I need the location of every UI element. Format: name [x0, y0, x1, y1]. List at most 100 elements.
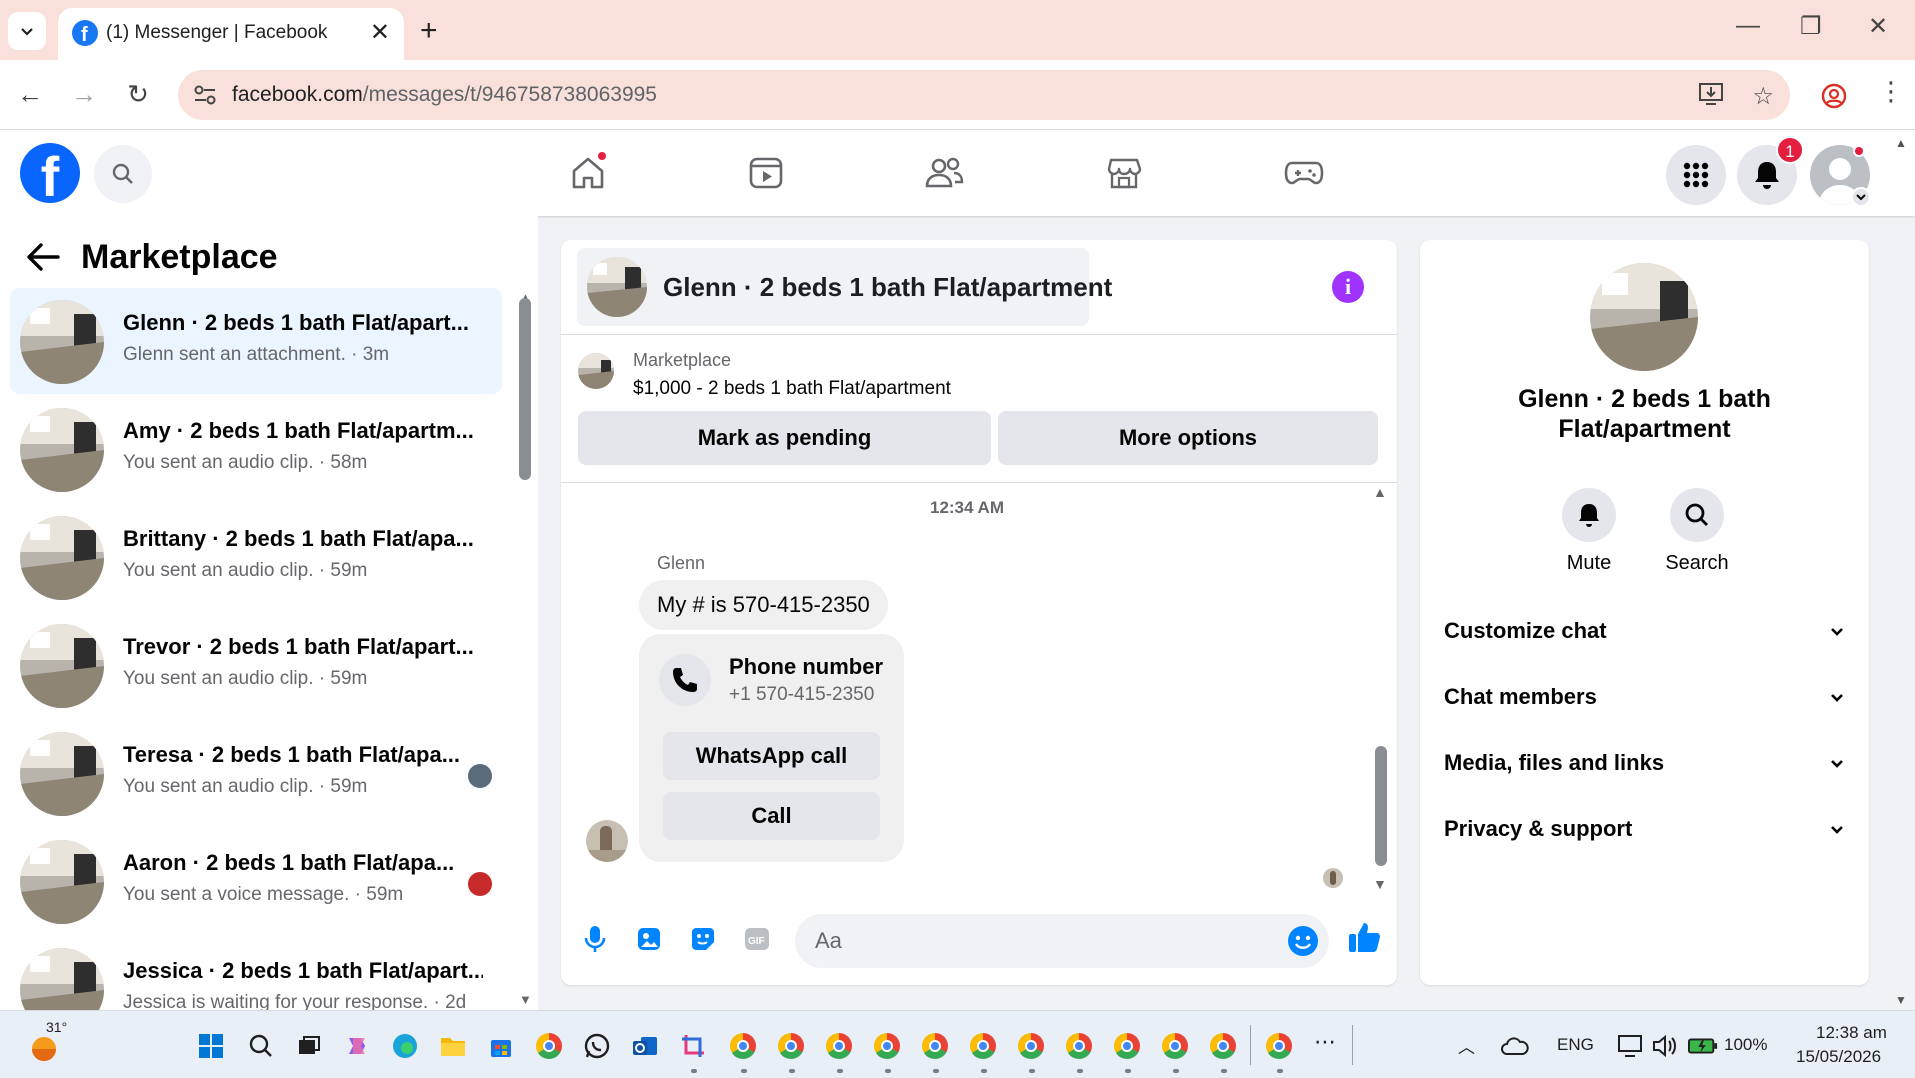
media-files-links-section[interactable]: Media, files and links	[1444, 744, 1852, 784]
battery-icon[interactable]	[1688, 1031, 1718, 1061]
input-language[interactable]: ENG	[1557, 1035, 1594, 1055]
conversation-row[interactable]: Amy · 2 beds 1 bath Flat/apartm... You se…	[10, 396, 502, 502]
nav-friends[interactable]	[916, 148, 972, 198]
customize-chat-section[interactable]: Customize chat	[1444, 612, 1852, 652]
task-view-icon[interactable]	[294, 1031, 324, 1061]
emoji-icon[interactable]	[1287, 925, 1319, 957]
chrome-window-icon[interactable]	[1016, 1031, 1046, 1061]
volume-icon[interactable]	[1650, 1031, 1680, 1061]
phone-icon	[659, 654, 711, 706]
chrome-window-icon[interactable]	[968, 1031, 998, 1061]
windows-start-icon[interactable]	[196, 1031, 226, 1061]
close-window-icon[interactable]: ✕	[1868, 12, 1888, 41]
back-arrow-icon[interactable]	[26, 242, 60, 272]
new-tab-button[interactable]: +	[420, 12, 438, 50]
chat-scrollbar[interactable]	[1375, 746, 1387, 866]
site-info-icon[interactable]	[192, 83, 218, 107]
whatsapp-icon[interactable]	[582, 1031, 612, 1061]
url-text[interactable]: facebook.com/messages/t/946758738063995	[232, 83, 657, 107]
sticker-icon[interactable]	[686, 922, 720, 956]
details-avatar[interactable]	[1590, 263, 1698, 371]
call-button[interactable]: Call	[663, 792, 880, 840]
forward-button[interactable]: →	[66, 76, 102, 112]
thumbs-up-icon[interactable]	[1346, 918, 1384, 956]
edge-browser-icon[interactable]	[390, 1031, 420, 1061]
search-action[interactable]: Search	[1657, 488, 1737, 575]
whatsapp-call-button[interactable]: WhatsApp call	[663, 732, 880, 780]
account-menu-chevron-icon[interactable]	[1851, 187, 1871, 207]
nav-home[interactable]	[560, 148, 616, 198]
menu-button[interactable]	[1666, 145, 1726, 205]
copilot-icon[interactable]	[342, 1031, 372, 1061]
listing-thumbnail[interactable]	[578, 353, 614, 389]
nav-gaming[interactable]	[1276, 148, 1332, 198]
browser-tab-messenger[interactable]: f (1) Messenger | Facebook ✕	[58, 8, 404, 60]
sender-avatar[interactable]	[586, 820, 628, 862]
gif-icon[interactable]: GIF	[740, 922, 774, 956]
clock-time[interactable]: 12:38 am	[1816, 1023, 1887, 1043]
facebook-search-button[interactable]	[94, 145, 152, 203]
back-button[interactable]: ←	[12, 76, 48, 112]
reload-button[interactable]: ↻	[120, 76, 156, 112]
bookmark-star-icon[interactable]: ☆	[1752, 82, 1774, 111]
browser-menu-icon[interactable]: ⋮	[1878, 76, 1904, 107]
snipping-tool-icon[interactable]	[678, 1031, 708, 1061]
facebook-logo-icon[interactable]: f	[20, 143, 80, 208]
page-scroll-down-icon[interactable]: ▼	[1895, 993, 1907, 1007]
network-icon[interactable]	[1616, 1031, 1646, 1061]
chrome-window-icon[interactable]	[872, 1031, 902, 1061]
conversation-row[interactable]: Trevor · 2 beds 1 bath Flat/apart... You …	[10, 612, 502, 718]
mute-action[interactable]: Mute	[1549, 488, 1629, 575]
mark-as-pending-button[interactable]: Mark as pending	[578, 411, 991, 465]
chrome-window-icon[interactable]	[920, 1031, 950, 1061]
install-app-icon[interactable]	[1698, 82, 1724, 106]
more-apps-icon[interactable]: ⋯	[1314, 1029, 1336, 1055]
nav-marketplace[interactable]	[1096, 148, 1152, 198]
chat-members-section[interactable]: Chat members	[1444, 678, 1852, 718]
restore-icon[interactable]: ❐	[1800, 12, 1822, 41]
grid-menu-icon	[1683, 162, 1709, 188]
profile-icon[interactable]	[1820, 82, 1848, 110]
attach-photo-icon[interactable]	[632, 922, 666, 956]
tab-search-menu-button[interactable]	[8, 12, 46, 50]
message-composer[interactable]	[795, 914, 1329, 968]
scroll-down-arrow-icon[interactable]: ▼	[519, 992, 532, 1007]
chrome-window-icon[interactable]	[1160, 1031, 1190, 1061]
conversation-avatar	[20, 732, 104, 816]
page-scroll-up-icon[interactable]: ▲	[1895, 136, 1907, 150]
listing-price-title[interactable]: $1,000 - 2 beds 1 bath Flat/apartment	[633, 378, 951, 400]
conversation-info-icon[interactable]: i	[1332, 271, 1364, 303]
microsoft-store-icon[interactable]	[486, 1031, 516, 1061]
more-options-button[interactable]: More options	[998, 411, 1378, 465]
nav-video[interactable]	[738, 148, 794, 198]
chat-scroll-up-icon[interactable]: ▲	[1373, 484, 1387, 500]
chrome-window-icon[interactable]	[728, 1031, 758, 1061]
conversation-row[interactable]: Glenn · 2 beds 1 bath Flat/apart... Glenn…	[10, 288, 502, 394]
minimize-icon[interactable]: —	[1736, 12, 1760, 40]
message-bubble[interactable]: My # is 570-415-2350	[639, 580, 888, 630]
chrome-pinned-window-icon[interactable]	[1264, 1031, 1294, 1061]
outlook-icon[interactable]	[630, 1031, 660, 1061]
conversation-row[interactable]: Brittany · 2 beds 1 bath Flat/apa... You …	[10, 504, 502, 610]
chat-scroll-down-icon[interactable]: ▼	[1373, 876, 1387, 892]
chrome-taskbar-icon[interactable]	[534, 1031, 564, 1061]
onedrive-cloud-icon[interactable]	[1500, 1031, 1530, 1061]
chat-header[interactable]: Glenn · 2 beds 1 bath Flat/apartment	[577, 248, 1112, 326]
privacy-support-section[interactable]: Privacy & support	[1444, 810, 1852, 850]
chevron-up-icon[interactable]: ︿	[1458, 1033, 1475, 1058]
taskbar-search-icon[interactable]	[246, 1031, 276, 1061]
address-bar[interactable]: facebook.com/messages/t/946758738063995 …	[178, 70, 1790, 120]
conversation-list-scrollbar[interactable]	[519, 298, 531, 480]
conversation-row[interactable]: Aaron · 2 beds 1 bath Flat/apa... You sen…	[10, 828, 502, 934]
message-input[interactable]	[815, 926, 1255, 956]
close-tab-icon[interactable]: ✕	[370, 18, 390, 47]
clock-date[interactable]: 15/05/2026	[1796, 1047, 1881, 1067]
chrome-window-icon[interactable]	[1208, 1031, 1238, 1061]
chrome-window-icon[interactable]	[1064, 1031, 1094, 1061]
microphone-icon[interactable]	[578, 922, 612, 956]
file-explorer-icon[interactable]	[438, 1031, 468, 1061]
conversation-row[interactable]: Teresa · 2 beds 1 bath Flat/apa... You se…	[10, 720, 502, 826]
chrome-window-icon[interactable]	[1112, 1031, 1142, 1061]
chrome-window-icon[interactable]	[824, 1031, 854, 1061]
chrome-window-icon[interactable]	[776, 1031, 806, 1061]
